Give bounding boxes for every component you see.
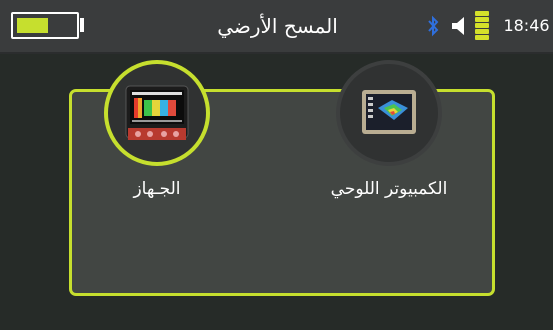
status-bar: المسح الأرضي 18:46 (0, 0, 553, 54)
tablet-icon (362, 90, 416, 134)
device-mode-label: الجـهاز (133, 179, 181, 199)
speaker-icon (450, 16, 468, 36)
clock: 18:46 (503, 16, 550, 35)
battery-icon (11, 12, 79, 39)
battery-level (17, 18, 48, 33)
battery-tip (80, 18, 84, 32)
device-mode-button[interactable]: الجـهاز (77, 60, 237, 199)
tablet-mode-circle[interactable] (336, 60, 442, 166)
bluetooth-icon (426, 15, 440, 37)
tablet-mode-label: الكمبيوتر اللوحي (330, 179, 448, 199)
device-icon (125, 85, 189, 140)
signal-icon (475, 11, 489, 41)
tablet-mode-button[interactable]: الكمبيوتر اللوحي (309, 60, 469, 199)
device-mode-circle[interactable] (104, 60, 210, 166)
app-title: المسح الأرضي (217, 14, 338, 38)
